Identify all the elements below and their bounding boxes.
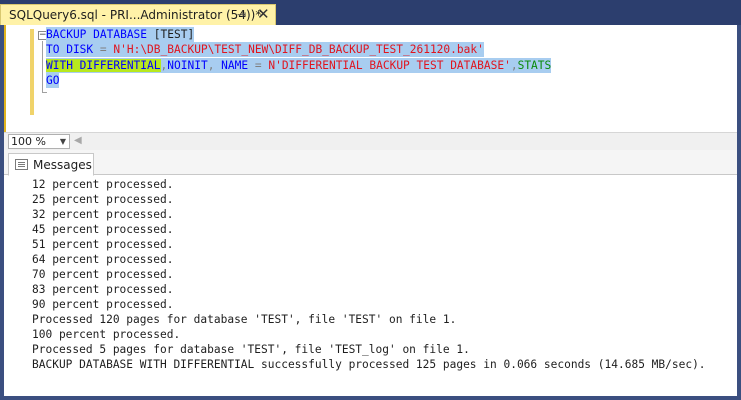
pin-icon[interactable]: ⇥ xyxy=(237,8,246,21)
query-editor[interactable]: − BACKUP DATABASE [TEST] TO DISK = N'H:\… xyxy=(4,25,737,132)
code-line-3[interactable]: WITH DIFFERENTIAL,NOINIT, NAME = N'DIFFE… xyxy=(46,58,552,73)
outline-guide-end xyxy=(42,92,47,93)
code-line-2[interactable]: TO DISK = N'H:\DB_BACKUP\TEST_NEW\DIFF_D… xyxy=(46,42,484,57)
document-tab-strip: SQLQuery6.sql - PRI...Administrator (54)… xyxy=(0,0,741,25)
tab-messages[interactable]: Messages xyxy=(8,153,94,176)
chevron-down-icon[interactable]: ▼ xyxy=(60,135,66,148)
messages-icon xyxy=(15,159,28,170)
identifier: [TEST] xyxy=(147,28,195,41)
keyword: BACKUP DATABASE xyxy=(46,28,148,41)
operator: , xyxy=(207,59,222,72)
outline-guide xyxy=(42,41,43,93)
zoom-select[interactable]: 100 % ▼ xyxy=(8,134,70,149)
change-marker xyxy=(30,29,34,115)
message-line: 12 percent processed. xyxy=(32,178,174,191)
tab-title: SQLQuery6.sql - PRI...Administrator (54)… xyxy=(9,8,262,22)
keyword: TO DISK xyxy=(46,43,94,56)
message-line: 100 percent processed. xyxy=(32,328,181,341)
scroll-left-icon[interactable]: ◀ xyxy=(74,135,82,146)
results-pane: Messages 12 percent processed. 25 percen… xyxy=(4,150,737,396)
zoom-value: 100 % xyxy=(11,135,46,148)
message-line: Processed 120 pages for database 'TEST',… xyxy=(32,313,457,326)
operator: , xyxy=(510,59,518,72)
messages-tab-label: Messages xyxy=(33,158,92,172)
message-line: 45 percent processed. xyxy=(32,223,174,236)
message-line: 32 percent processed. xyxy=(32,208,174,221)
messages-list[interactable]: 12 percent processed. 25 percent process… xyxy=(32,177,706,372)
close-icon[interactable]: ✕ xyxy=(257,6,270,23)
keyword-highlighted: WITH DIFFERENTIAL xyxy=(46,59,161,72)
message-line: BACKUP DATABASE WITH DIFFERENTIAL succes… xyxy=(32,358,706,371)
message-line: 25 percent processed. xyxy=(32,193,174,206)
keyword: NOINIT xyxy=(167,59,208,72)
string-literal: N'DIFFERENTIAL BACKUP TEST DATABASE' xyxy=(268,59,511,72)
tab-sqlquery6[interactable]: SQLQuery6.sql - PRI...Administrator (54)… xyxy=(0,4,276,25)
editor-status-bar: 100 % ▼ ◀ xyxy=(4,132,737,150)
message-line: 64 percent processed. xyxy=(32,253,174,266)
keyword: NAME xyxy=(221,59,249,72)
results-tab-strip: Messages xyxy=(4,150,737,176)
message-line: 83 percent processed. xyxy=(32,283,174,296)
message-line: Processed 5 pages for database 'TEST', f… xyxy=(32,343,470,356)
operator: = xyxy=(93,43,114,56)
message-line: 70 percent processed. xyxy=(32,268,174,281)
keyword: STATS xyxy=(517,59,552,72)
operator: = xyxy=(248,59,269,72)
code-line-4[interactable]: GO xyxy=(46,73,60,88)
message-line: 90 percent processed. xyxy=(32,298,174,311)
string-literal: N'H:\DB_BACKUP\TEST_NEW\DIFF_DB_BACKUP_T… xyxy=(113,43,484,56)
keyword: GO xyxy=(46,74,60,87)
message-line: 51 percent processed. xyxy=(32,238,174,251)
code-line-1[interactable]: BACKUP DATABASE [TEST] xyxy=(46,27,195,42)
